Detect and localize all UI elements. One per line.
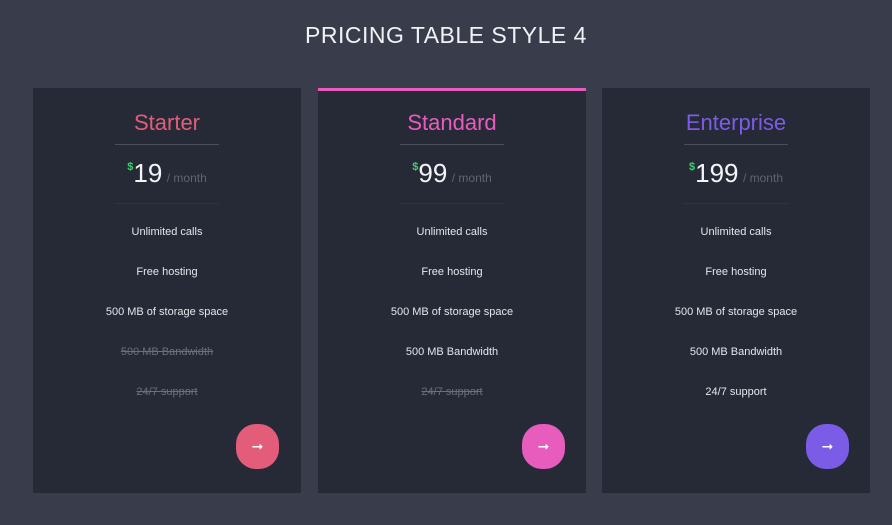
feature-item: 24/7 support	[705, 386, 767, 398]
select-plan-button[interactable]: ➞	[806, 424, 849, 469]
currency-symbol: $	[689, 161, 696, 173]
select-plan-button[interactable]: ➞	[522, 424, 565, 469]
feature-list: Unlimited calls Free hosting 500 MB of s…	[318, 225, 586, 425]
feature-item: Free hosting	[705, 266, 767, 278]
divider	[684, 144, 788, 145]
feature-item: Unlimited calls	[700, 226, 772, 238]
plan-price: $99 / month	[318, 158, 586, 189]
pricing-card-starter: Starter $19 / month Unlimited calls Free…	[33, 88, 301, 493]
feature-item: Unlimited calls	[416, 226, 488, 238]
pricing-card-enterprise: Enterprise $199 / month Unlimited calls …	[602, 88, 870, 493]
feature-item: 24/7 support	[136, 386, 198, 398]
plan-price: $19 / month	[33, 158, 301, 189]
pricing-cards: Starter $19 / month Unlimited calls Free…	[33, 88, 870, 493]
price-amount: 199	[695, 158, 739, 188]
divider	[684, 203, 788, 204]
select-plan-button[interactable]: ➞	[236, 424, 279, 469]
divider	[115, 144, 219, 145]
divider	[400, 203, 504, 204]
plan-name: Starter	[133, 110, 201, 135]
feature-list: Unlimited calls Free hosting 500 MB of s…	[33, 225, 301, 425]
price-amount: 99	[418, 158, 448, 188]
arrow-right-icon: ➞	[251, 438, 264, 455]
page-title: PRICING TABLE STYLE 4	[305, 22, 587, 48]
pricing-card-standard: Standard $99 / month Unlimited calls Fre…	[318, 88, 586, 493]
currency-symbol: $	[127, 161, 134, 173]
price-period: / month	[451, 171, 492, 185]
feature-item: 500 MB Bandwidth	[120, 346, 214, 358]
plan-name: Standard	[407, 110, 497, 135]
feature-item: 24/7 support	[421, 386, 483, 398]
plan-price: $199 / month	[602, 158, 870, 189]
feature-item: 500 MB of storage space	[390, 306, 514, 318]
feature-item: 500 MB Bandwidth	[405, 346, 499, 358]
price-period: / month	[742, 171, 783, 185]
arrow-right-icon: ➞	[821, 438, 834, 455]
feature-item: Unlimited calls	[131, 226, 203, 238]
currency-symbol: $	[412, 161, 419, 173]
arrow-right-icon: ➞	[537, 438, 550, 455]
divider	[115, 203, 219, 204]
feature-list: Unlimited calls Free hosting 500 MB of s…	[602, 225, 870, 425]
feature-item: 500 MB Bandwidth	[689, 346, 783, 358]
price-period: / month	[166, 171, 207, 185]
feature-item: 500 MB of storage space	[105, 306, 229, 318]
feature-item: Free hosting	[136, 266, 198, 278]
feature-item: 500 MB of storage space	[674, 306, 798, 318]
feature-item: Free hosting	[421, 266, 483, 278]
divider	[400, 144, 504, 145]
price-amount: 19	[133, 158, 163, 188]
plan-name: Enterprise	[685, 110, 787, 135]
